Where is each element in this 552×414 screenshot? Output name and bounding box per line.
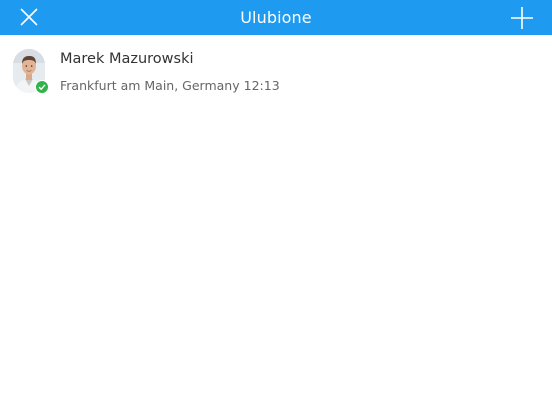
contact-location: Frankfurt am Main, Germany	[60, 78, 240, 93]
close-button[interactable]	[8, 0, 52, 35]
favorites-list: Marek Mazurowski Frankfurt am Main, Germ…	[0, 35, 552, 109]
page-title: Ulubione	[240, 8, 312, 27]
list-item[interactable]: Marek Mazurowski Frankfurt am Main, Germ…	[0, 35, 552, 109]
checkmark-icon	[38, 84, 46, 91]
contact-details: Frankfurt am Main, Germany 12:13	[60, 78, 280, 93]
close-icon	[20, 8, 38, 26]
add-favorite-button[interactable]	[500, 0, 544, 35]
favorites-screen: Ulubione Marek Mazurowski Frankfurt am M…	[0, 0, 552, 414]
plus-icon	[511, 7, 533, 29]
contact-local-time: 12:13	[243, 78, 280, 93]
contact-name: Marek Mazurowski	[60, 51, 194, 67]
top-navigation-bar: Ulubione	[0, 0, 552, 35]
online-status-badge	[35, 80, 49, 94]
